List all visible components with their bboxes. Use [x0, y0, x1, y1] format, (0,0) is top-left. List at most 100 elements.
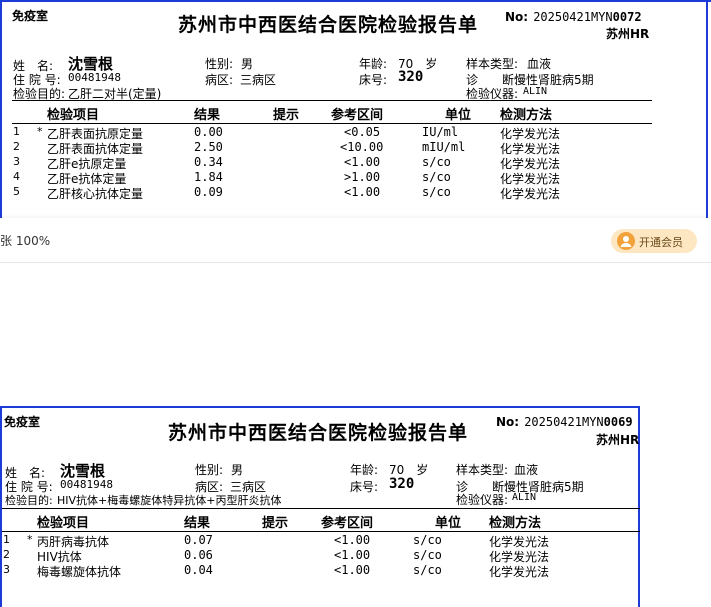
- row-flag-mark: *: [27, 533, 33, 546]
- sex-label: 性别:: [195, 463, 224, 477]
- col-header-reference: 参考区间: [321, 516, 374, 531]
- report-number-suffix: 0072: [612, 10, 642, 24]
- table-row: 2 HIV抗体 0.06 <1.00 s/co 化学发光法: [0, 548, 640, 564]
- row-reference: <1.00: [334, 563, 371, 577]
- vip-button[interactable]: 开通会员: [611, 229, 697, 253]
- report-number: No: 20250421MYN0069: [496, 411, 633, 430]
- row-item: 乙肝核心抗体定量: [47, 187, 144, 201]
- report-title: 苏州市中西医结合医院检验报告单: [178, 14, 479, 36]
- row-unit: s/co: [413, 548, 442, 562]
- row-result: 0.00: [194, 125, 223, 139]
- row-unit: s/co: [422, 155, 451, 169]
- table-rule-header: [2, 531, 640, 532]
- row-method: 化学发光法: [500, 187, 561, 201]
- row-reference: <1.00: [334, 533, 371, 547]
- sex-value: 男: [241, 57, 254, 71]
- table-rule-top: [12, 100, 652, 101]
- row-reference: <1.00: [344, 155, 381, 169]
- sample-type-label: 样本类型:: [456, 463, 509, 477]
- row-number: 2: [3, 548, 10, 561]
- table-row: 2 乙肝表面抗体定量 2.50 <10.00 mIU/ml 化学发光法: [0, 140, 700, 156]
- row-reference: <1.00: [344, 185, 381, 199]
- hospital-short: 苏州HR: [606, 27, 650, 41]
- row-unit: IU/ml: [422, 125, 459, 139]
- sample-type-value: 血液: [527, 57, 552, 71]
- row-unit: s/co: [422, 170, 451, 184]
- report-number-label: No:: [505, 10, 529, 24]
- department-stamp: 免疫室: [4, 415, 41, 429]
- bed-label: 床号:: [359, 73, 388, 87]
- col-header-result: 结果: [194, 108, 221, 123]
- table-rule-top: [2, 508, 640, 509]
- user-icon: [617, 232, 635, 250]
- row-unit: mIU/ml: [422, 140, 466, 154]
- row-unit: s/co: [413, 533, 442, 547]
- report-number-value: 20250421MYN: [524, 415, 604, 429]
- row-result: 0.06: [184, 548, 213, 562]
- viewer-toolbar: 张 100% 开通会员: [0, 218, 711, 263]
- col-header-method: 检测方法: [489, 516, 542, 531]
- row-result: 1.84: [194, 170, 223, 184]
- zoom-level[interactable]: 张 100%: [0, 232, 50, 249]
- col-header-hint: 提示: [273, 108, 300, 123]
- row-unit: s/co: [422, 185, 451, 199]
- purpose-value: HIV抗体+梅毒螺旋体特异抗体+丙型肝炎抗体: [57, 494, 282, 507]
- row-result: 0.09: [194, 185, 223, 199]
- table-row: 1 * 丙肝病毒抗体 0.07 <1.00 s/co 化学发光法: [0, 533, 640, 549]
- instrument-label: 检验仪器:: [456, 493, 509, 507]
- instrument-value: ALIN: [512, 492, 537, 503]
- row-number: 1: [13, 125, 20, 138]
- hospital-short: 苏州HR: [596, 433, 640, 447]
- col-header-item: 检验项目: [47, 108, 100, 123]
- vip-button-label: 开通会员: [639, 236, 683, 249]
- age-label: 年龄:: [359, 57, 388, 71]
- row-number: 3: [13, 155, 20, 168]
- sample-type-value: 血液: [514, 463, 539, 477]
- row-reference: <1.00: [334, 548, 371, 562]
- table-row: 4 乙肝e抗体定量 1.84 >1.00 s/co 化学发光法: [0, 170, 700, 186]
- col-header-hint: 提示: [262, 516, 289, 531]
- row-result: 0.07: [184, 533, 213, 547]
- report-number-value: 20250421MYN: [533, 10, 613, 24]
- purpose-label: 检验目的:: [5, 494, 53, 507]
- row-method: 化学发光法: [489, 565, 550, 579]
- lab-report-2: 免疫室 苏州市中西医结合医院检验报告单 No: 20250421MYN0069 …: [0, 406, 711, 607]
- row-number: 2: [13, 140, 20, 153]
- table-row: 1 * 乙肝表面抗原定量 0.00 <0.05 IU/ml 化学发光法: [0, 125, 700, 141]
- report-title: 苏州市中西医结合医院检验报告单: [168, 422, 469, 444]
- row-reference: >1.00: [344, 170, 381, 184]
- col-header-reference: 参考区间: [331, 108, 384, 123]
- row-number: 4: [13, 170, 20, 183]
- table-row: 3 梅毒螺旋体抗体 0.04 <1.00 s/co 化学发光法: [0, 563, 640, 579]
- row-result: 0.04: [184, 563, 213, 577]
- row-reference: <10.00: [340, 140, 384, 154]
- row-flag-mark: *: [37, 125, 43, 138]
- age-label: 年龄:: [350, 463, 379, 477]
- col-header-unit: 单位: [435, 516, 462, 531]
- row-number: 3: [3, 563, 10, 576]
- col-header-item: 检验项目: [37, 516, 90, 531]
- report-border-right: [706, 0, 708, 218]
- row-result: 2.50: [194, 140, 223, 154]
- col-header-method: 检测方法: [500, 108, 553, 123]
- report-border-top: [0, 0, 711, 2]
- row-result: 0.34: [194, 155, 223, 169]
- department-stamp: 免疫室: [12, 9, 49, 23]
- sex-value: 男: [231, 463, 244, 477]
- report-number: No: 20250421MYN0072: [505, 6, 642, 25]
- row-number: 1: [3, 533, 10, 546]
- lab-report-1: 免疫室 苏州市中西医结合医院检验报告单 No: 20250421MYN0072 …: [0, 0, 711, 218]
- bed-label: 床号:: [350, 480, 379, 494]
- ward-value: 三病区: [240, 73, 277, 87]
- report-number-label: No:: [496, 415, 520, 429]
- inpatient-number: 00481948: [68, 71, 121, 84]
- col-header-unit: 单位: [445, 108, 472, 123]
- inpatient-number: 00481948: [60, 478, 113, 491]
- report-number-suffix: 0069: [603, 415, 633, 429]
- table-rule-header: [12, 123, 652, 124]
- table-row: 5 乙肝核心抗体定量 0.09 <1.00 s/co 化学发光法: [0, 185, 700, 201]
- bed-value: 320: [389, 476, 415, 492]
- row-unit: s/co: [413, 563, 442, 577]
- instrument-value: ALIN: [523, 86, 548, 97]
- ward-label: 病区:: [205, 73, 234, 87]
